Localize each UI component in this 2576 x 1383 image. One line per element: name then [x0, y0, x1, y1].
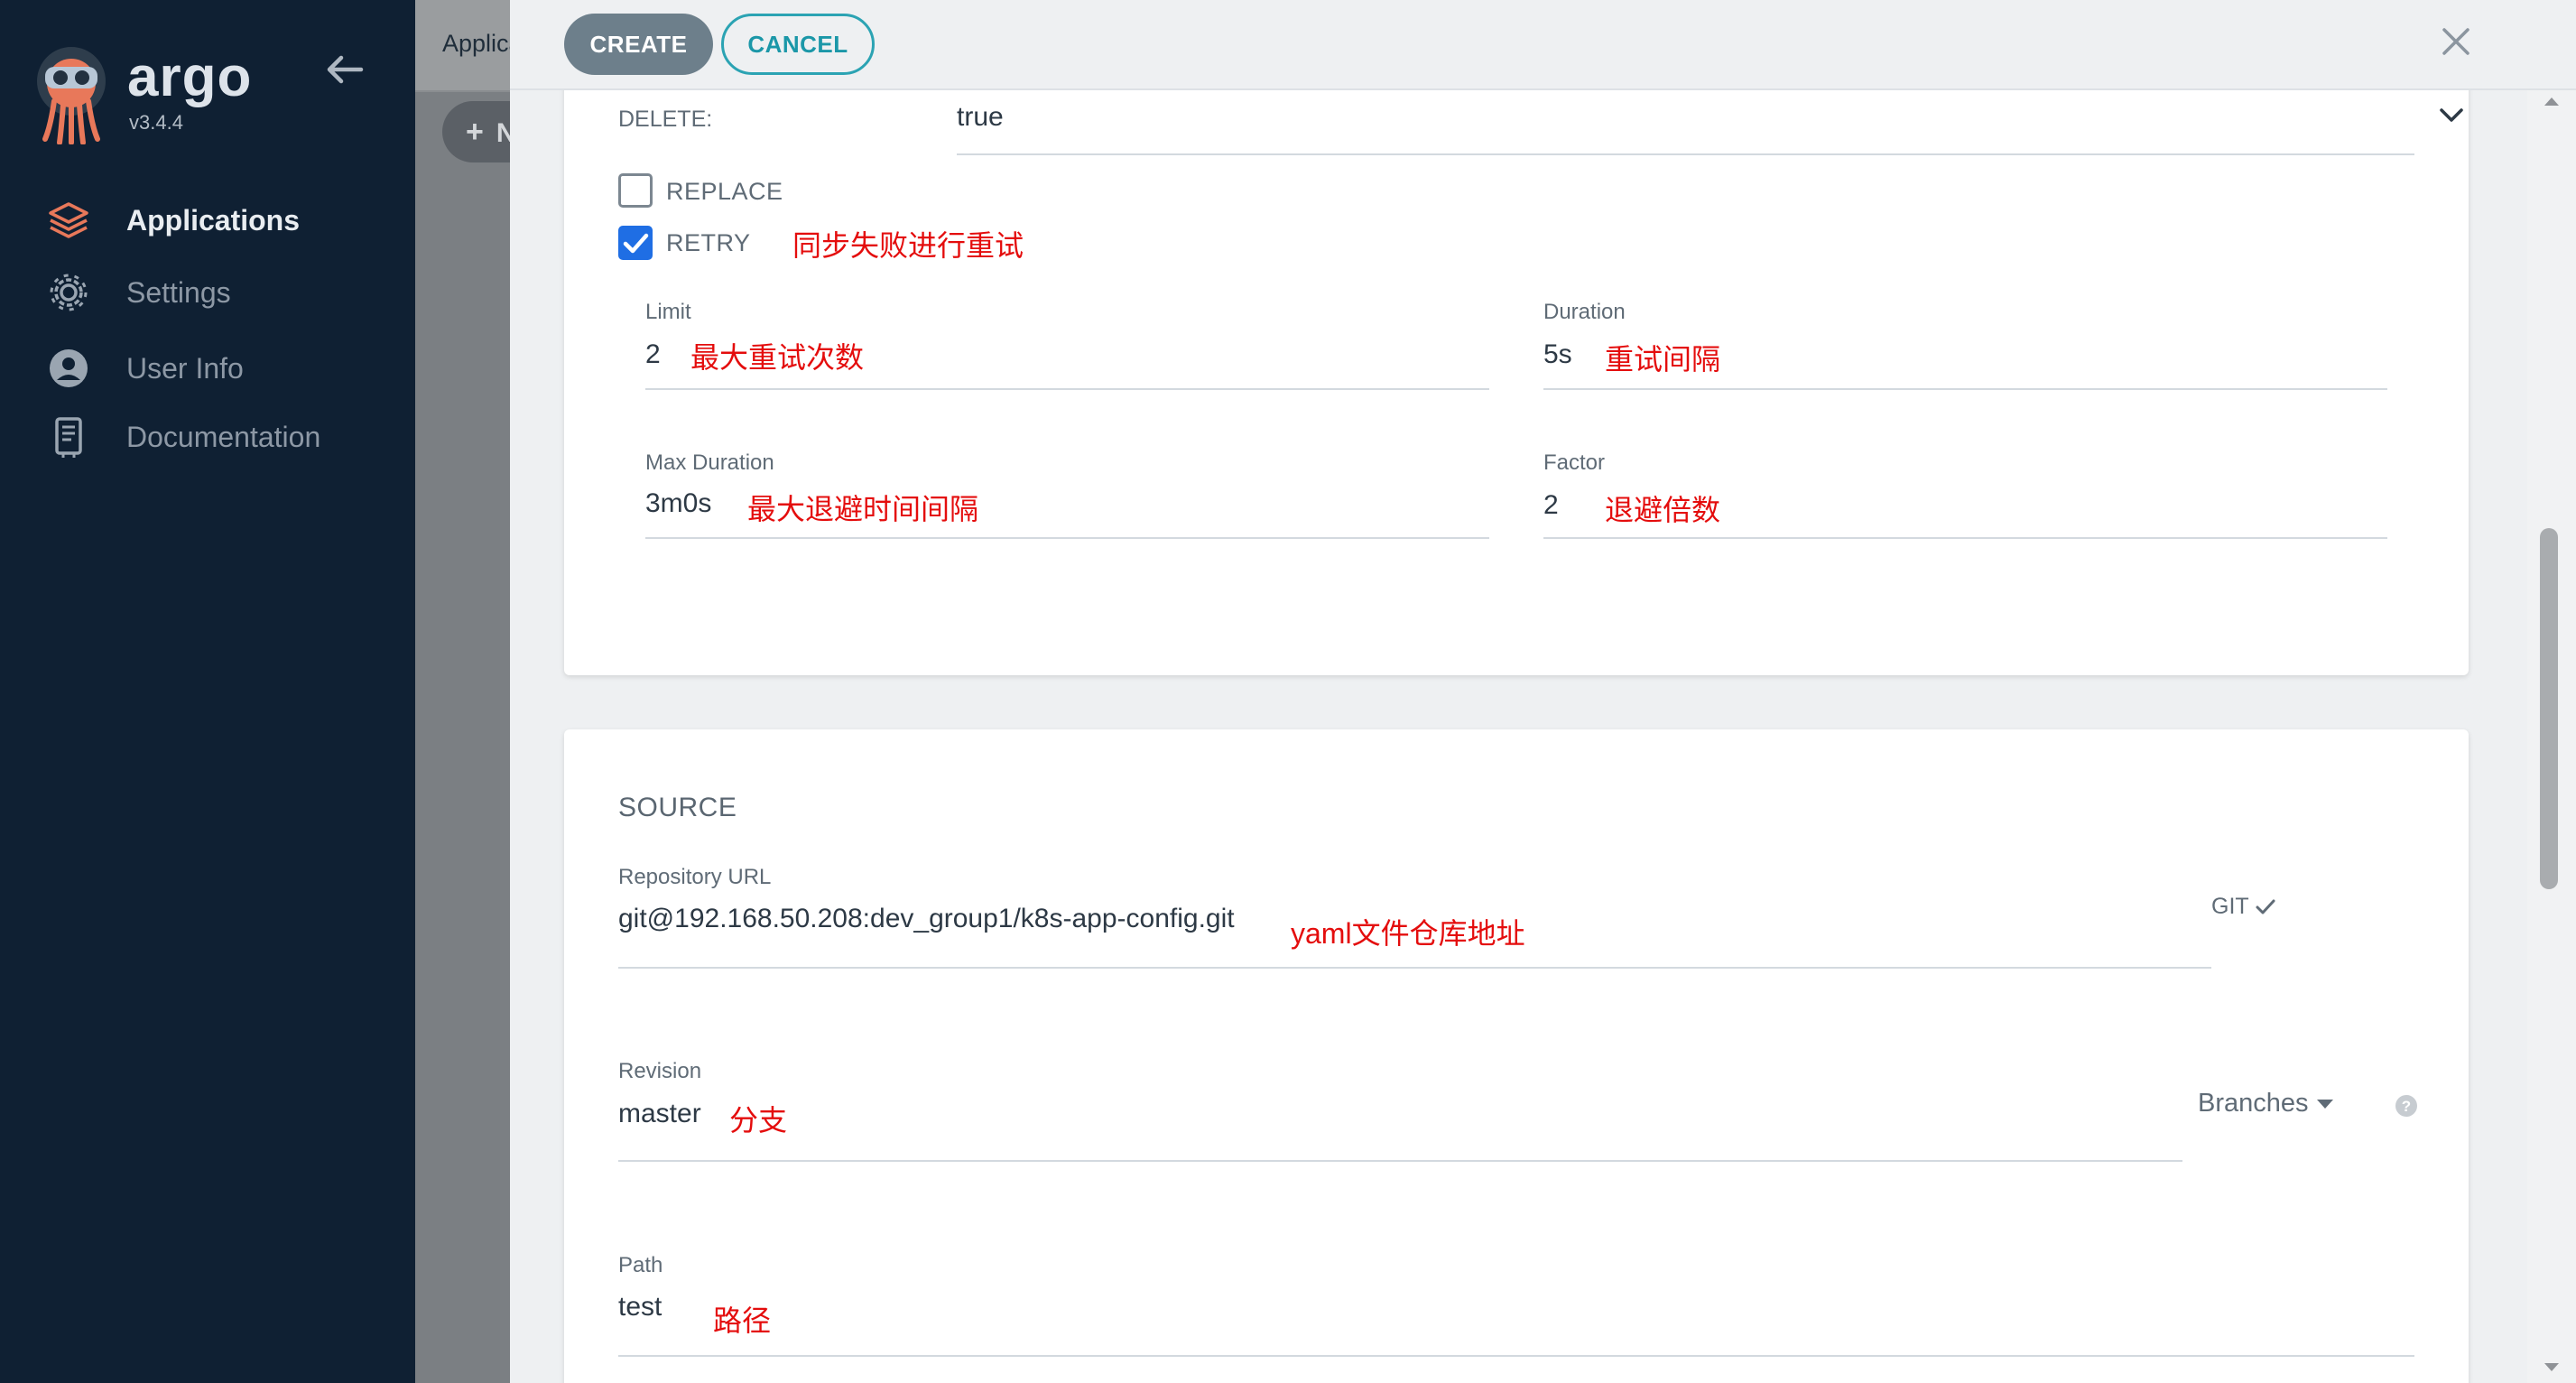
version-label: v3.4.4 [129, 111, 183, 134]
svg-text:?: ? [2402, 1098, 2411, 1115]
limit-underline [645, 388, 1489, 390]
factor-annotation: 退避倍数 [1605, 494, 1721, 526]
replace-checkbox[interactable] [618, 173, 653, 208]
duration-label: Duration [1543, 300, 1626, 324]
revision-label: Revision [618, 1059, 702, 1083]
repo-type-selector[interactable]: GIT [2211, 894, 2276, 920]
repository-url-input[interactable]: git@192.168.50.208:dev_group1/k8s-app-co… [618, 904, 1235, 934]
limit-annotation: 最大重试次数 [690, 341, 865, 374]
create-application-panel: CREATE CANCEL DELETE: true REPLACE RETRY… [510, 0, 2576, 1383]
duration-annotation: 重试间隔 [1605, 343, 1721, 376]
sidebar: argo v3.4.4 Applications Settings User I… [0, 0, 415, 1383]
source-section-title: SOURCE [618, 793, 737, 822]
delete-select-value[interactable]: true [957, 102, 1004, 133]
source-card: SOURCE Repository URL git@192.168.50.208… [564, 729, 2469, 1383]
revision-input[interactable]: master [618, 1099, 701, 1129]
check-icon [2256, 899, 2275, 914]
max-duration-label: Max Duration [645, 450, 774, 475]
retry-annotation: 同步失败进行重试 [792, 229, 1024, 262]
repository-url-label: Repository URL [618, 865, 772, 889]
sidebar-item-label: Documentation [126, 420, 321, 453]
limit-input[interactable]: 2 [645, 339, 661, 370]
cancel-button[interactable]: CANCEL [721, 14, 875, 75]
book-icon [45, 413, 92, 460]
delete-label: DELETE: [618, 107, 713, 132]
layers-icon [45, 197, 92, 244]
sidebar-item-settings[interactable]: Settings [45, 265, 388, 320]
user-circle-icon [45, 345, 92, 392]
retry-checkbox[interactable] [618, 226, 653, 260]
max-duration-annotation: 最大退避时间间隔 [747, 493, 979, 525]
sidebar-item-documentation[interactable]: Documentation [45, 410, 388, 464]
sync-policy-card: DELETE: true REPLACE RETRY 同步失败进行重试 Limi… [564, 36, 2469, 675]
max-duration-input[interactable]: 3m0s [645, 488, 711, 519]
sidebar-item-label: Applications [126, 203, 301, 237]
caret-down-icon [2316, 1099, 2333, 1109]
path-label: Path [618, 1253, 663, 1277]
gear-icon [45, 269, 92, 316]
duration-underline [1543, 388, 2387, 390]
scroll-down-arrow-icon[interactable] [2543, 1361, 2561, 1374]
factor-input[interactable]: 2 [1543, 490, 1559, 521]
plus-icon: + [466, 115, 484, 149]
scrollbar-thumb[interactable] [2540, 528, 2558, 889]
brand-name: argo [127, 46, 253, 108]
scroll-up-arrow-icon[interactable] [2543, 95, 2561, 107]
revision-annotation: 分支 [729, 1104, 788, 1137]
help-icon[interactable]: ? [2395, 1094, 2418, 1118]
path-annotation: 路径 [713, 1304, 772, 1337]
revision-mode-label: Branches [2198, 1089, 2309, 1118]
duration-input[interactable]: 5s [1543, 339, 1572, 370]
sidebar-item-label: User Info [126, 351, 244, 385]
sidebar-item-applications[interactable]: Applications [45, 193, 388, 247]
limit-label: Limit [645, 300, 691, 324]
replace-label: REPLACE [666, 178, 783, 205]
repository-url-underline [618, 967, 2211, 969]
argo-octopus-logo[interactable] [32, 45, 110, 144]
close-icon[interactable] [2442, 27, 2470, 56]
path-input[interactable]: test [618, 1292, 662, 1323]
vertical-scrollbar[interactable] [2527, 0, 2576, 1383]
create-button[interactable]: CREATE [564, 14, 713, 75]
delete-select-underline [957, 153, 2414, 155]
path-underline [618, 1355, 2414, 1357]
max-duration-underline [645, 537, 1489, 539]
revision-mode-dropdown[interactable]: Branches [2198, 1089, 2334, 1118]
repo-type-label: GIT [2211, 894, 2249, 919]
repository-url-annotation: yaml文件仓库地址 [1291, 917, 1525, 950]
revision-underline [618, 1160, 2182, 1162]
retry-label: RETRY [666, 229, 751, 256]
factor-label: Factor [1543, 450, 1606, 475]
sidebar-item-label: Settings [126, 275, 231, 309]
chevron-down-icon[interactable] [2440, 108, 2463, 123]
checkmark-icon [623, 233, 649, 254]
factor-underline [1543, 537, 2387, 539]
sidebar-item-user-info[interactable]: User Info [45, 341, 388, 395]
collapse-sidebar-arrow-icon[interactable] [325, 54, 365, 85]
panel-header: CREATE CANCEL [510, 0, 2576, 90]
